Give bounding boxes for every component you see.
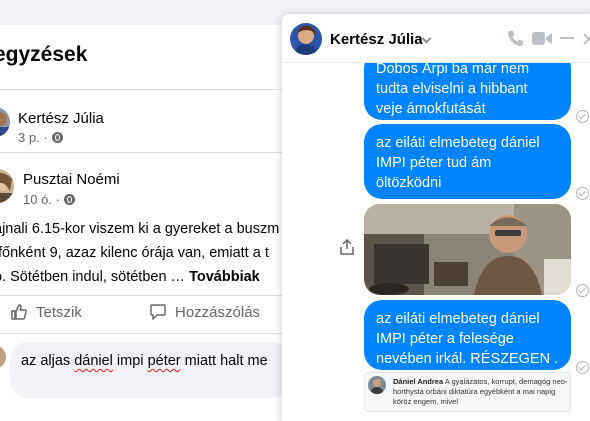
comment-input[interactable] [10, 342, 290, 398]
avatar [0, 345, 6, 369]
globe-icon [51, 132, 63, 143]
post-text-line: tfőnként 9, azaz kilenc órája van, emiat… [0, 245, 269, 261]
comment-label: Hozzászólás [175, 303, 261, 321]
avatar[interactable] [0, 107, 10, 137]
divider [0, 152, 282, 153]
share-icon[interactable] [340, 239, 354, 255]
like-label: Tetszik [36, 303, 82, 321]
post-timestamp[interactable]: 10 ó. · [23, 192, 75, 207]
chat-window[interactable]: Kertész Júlia Dobos Árpi ba már nem tudt… [282, 14, 590, 421]
see-more-link[interactable]: Továbbiak [189, 269, 260, 285]
comment-input-text[interactable]: az aljas dániel impi péter miatt halt me [21, 353, 268, 369]
contact-name[interactable]: Kertész Júlia [330, 31, 423, 48]
globe-icon [63, 194, 75, 205]
message-bubble[interactable]: az eiláti elmebeteg dániel IMPI péter a … [364, 300, 571, 370]
divider [0, 295, 282, 296]
avatar[interactable] [0, 169, 14, 203]
post-author[interactable]: Pusztai Noémi [23, 171, 120, 188]
post-author[interactable]: Kertész Júlia [18, 110, 104, 127]
phone-icon[interactable] [507, 30, 524, 47]
message-bubble[interactable]: az eiláti elmebeteg dániel IMPI péter tu… [364, 124, 571, 199]
chevron-down-icon[interactable] [421, 33, 432, 44]
contact-avatar[interactable] [290, 23, 322, 55]
shared-comment-text: Dániel Andrea A gyalázatos, korrupt, dem… [393, 377, 568, 406]
post-text-line: ajnali 6.15-kor viszem ki a gyereket a b… [0, 221, 280, 237]
seen-check-icon [576, 187, 589, 200]
chat-header: Kertész Júlia [282, 14, 590, 63]
screenshot-message[interactable]: Dániel Andrea A gyalázatos, korrupt, dem… [364, 372, 571, 412]
minimize-icon[interactable] [560, 37, 574, 40]
divider [0, 89, 282, 90]
seen-check-icon [576, 110, 589, 123]
feed-title: egyzések [0, 43, 88, 66]
thumbs-up-icon [11, 304, 27, 320]
comment-icon [150, 304, 166, 320]
post-text-line: ó. Sötétben indul, sötétben … Továbbiak [0, 269, 260, 285]
like-button[interactable]: Tetszik [10, 303, 82, 321]
seen-check-icon [576, 284, 589, 297]
close-icon[interactable] [583, 33, 590, 45]
post-timestamp[interactable]: 3 p. · [18, 130, 63, 145]
seen-check-icon [576, 361, 589, 374]
photo-message[interactable] [364, 204, 571, 295]
divider [0, 333, 282, 334]
avatar [368, 376, 386, 394]
video-camera-icon[interactable] [532, 31, 552, 46]
comment-button[interactable]: Hozzászólás [149, 303, 260, 321]
